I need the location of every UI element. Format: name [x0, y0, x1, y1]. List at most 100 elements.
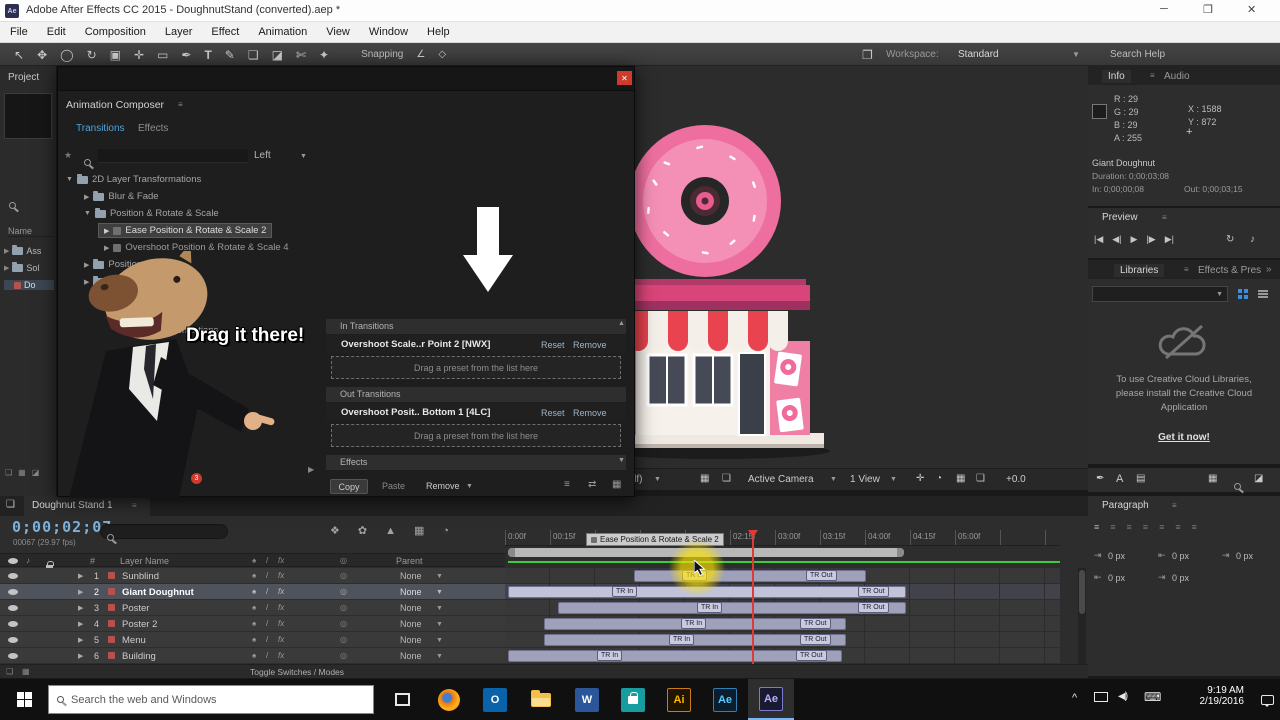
- start-button[interactable]: [0, 679, 48, 720]
- taskbar-app-aftereffects[interactable]: Ae: [748, 679, 794, 720]
- parent-dropdown[interactable]: None: [400, 619, 422, 629]
- reset-link[interactable]: Reset: [541, 408, 565, 418]
- remove-caret-icon[interactable]: ▼: [466, 483, 473, 490]
- taskbar-app-explorer[interactable]: [518, 679, 564, 720]
- twirl-down-icon[interactable]: ▼: [66, 176, 73, 183]
- taskbar-app-word[interactable]: W: [564, 679, 610, 720]
- eye-icon[interactable]: [8, 589, 18, 595]
- brush-tool-icon[interactable]: ✎: [225, 49, 235, 61]
- trash-icon[interactable]: ◪: [32, 468, 40, 477]
- tab-audio[interactable]: Audio: [1164, 71, 1190, 82]
- current-timecode[interactable]: 0;00;02;07: [12, 518, 112, 536]
- close-button[interactable]: ✕: [1247, 3, 1256, 16]
- loop-button-icon[interactable]: ↻: [1226, 234, 1234, 245]
- applied-out-preset[interactable]: Overshoot Posit.. Bottom 1 [4LC]: [341, 407, 490, 418]
- layer-duration-bar[interactable]: [558, 602, 906, 614]
- justify-last-center-icon[interactable]: ≡: [1159, 522, 1164, 532]
- region-of-interest-icon[interactable]: ▦: [700, 474, 709, 484]
- hand-tool-icon[interactable]: ✥: [37, 49, 47, 61]
- copy-button[interactable]: Copy: [330, 479, 368, 494]
- workspace-caret-icon[interactable]: ▼: [1072, 50, 1080, 59]
- quality-switch-icon[interactable]: /: [266, 571, 268, 580]
- quality-switch-icon[interactable]: /: [266, 587, 268, 596]
- snapshot-icon[interactable]: ❏: [976, 474, 985, 484]
- reset-link[interactable]: Reset: [541, 340, 565, 350]
- applied-in-preset[interactable]: Overshoot Scale..r Point 2 [NWX]: [341, 339, 490, 350]
- tree-item-label[interactable]: Ease Position & Rotate & Scale 2: [125, 225, 266, 236]
- character-panel-icon[interactable]: A: [1116, 473, 1123, 485]
- tab-paragraph[interactable]: Paragraph: [1102, 500, 1149, 511]
- layer-name[interactable]: Menu: [122, 635, 146, 646]
- roto-brush-tool-icon[interactable]: ✄: [296, 49, 306, 61]
- quality-switch-icon[interactable]: /: [266, 635, 268, 644]
- scrollbar-thumb[interactable]: [1079, 570, 1085, 614]
- magnifier-icon[interactable]: [1234, 483, 1241, 490]
- taskbar-app-outlook[interactable]: O: [472, 679, 518, 720]
- project-row[interactable]: ▶ Ass: [4, 246, 41, 256]
- quality-switch-icon[interactable]: /: [266, 619, 268, 628]
- layer-name[interactable]: Giant Doughnut: [122, 587, 194, 598]
- taskbar-app-illustrator[interactable]: Ai: [656, 679, 702, 720]
- label-color-chip[interactable]: [108, 588, 115, 595]
- tree-item[interactable]: ▶ Blur & Fade: [84, 191, 159, 202]
- space-after-value[interactable]: 0 px: [1172, 573, 1189, 583]
- first-frame-button[interactable]: |◀: [1094, 234, 1103, 245]
- project-row[interactable]: Do: [4, 280, 54, 290]
- twirl-arrow-icon[interactable]: ▶: [78, 572, 83, 580]
- minimize-button[interactable]: ─: [1160, 3, 1168, 15]
- grid-icon[interactable]: ▦: [1208, 474, 1217, 484]
- timeline-zoom-in-icon[interactable]: ▦: [22, 667, 30, 676]
- indent-left-value[interactable]: 0 px: [1108, 551, 1125, 561]
- timeline-tab-label[interactable]: Doughnut Stand 1: [32, 500, 113, 511]
- timeline-nav-icon[interactable]: ◔: [936, 474, 942, 484]
- layer-duration-bar[interactable]: [508, 650, 842, 662]
- layer-name[interactable]: Sunblind: [122, 571, 159, 582]
- action-center-button[interactable]: [1254, 679, 1280, 720]
- fx-switch-icon[interactable]: fx: [278, 587, 284, 596]
- composition-icon[interactable]: ▦: [18, 468, 26, 477]
- shape-tool-icon[interactable]: ▭: [157, 49, 168, 61]
- tab-composition-timeline[interactable]: Doughnut Stand 1 ≡: [24, 496, 150, 516]
- menu-effect[interactable]: Effect: [211, 26, 239, 38]
- transition-out-chip[interactable]: TR Out: [806, 570, 837, 581]
- shy-switch-icon[interactable]: ♠: [252, 603, 256, 612]
- panel-overflow-icon[interactable]: »: [1266, 264, 1272, 275]
- grid-view-icon[interactable]: [1238, 289, 1248, 299]
- tab-project[interactable]: Project: [8, 72, 39, 83]
- eye-icon[interactable]: [8, 621, 18, 627]
- expand-arrow-icon[interactable]: ▶: [4, 247, 9, 255]
- tab-transitions[interactable]: Transitions: [76, 123, 125, 134]
- snapping-angle-icon[interactable]: ∠: [416, 50, 425, 60]
- puppet-pin-tool-icon[interactable]: ✦: [319, 49, 329, 61]
- get-it-now-link[interactable]: Get it now!: [1088, 432, 1280, 443]
- composition-mini-flowchart-icon[interactable]: ❖: [330, 524, 340, 537]
- timeline-search-input[interactable]: [100, 524, 228, 539]
- transition-out-chip[interactable]: TR Out: [800, 634, 831, 645]
- tray-expand-icon[interactable]: ^: [1072, 692, 1077, 704]
- transition-in-chip[interactable]: TR In: [597, 650, 622, 661]
- workspace-value[interactable]: Standard: [958, 49, 999, 60]
- pickwhip-icon[interactable]: ◎: [340, 603, 347, 612]
- eye-icon[interactable]: [8, 637, 18, 643]
- navigator-start-handle[interactable]: [508, 548, 515, 557]
- shy-switch-icon[interactable]: ♠: [252, 635, 256, 644]
- quality-switch-icon[interactable]: /: [266, 651, 268, 660]
- animation-composer-menu-icon[interactable]: ≡: [178, 100, 183, 109]
- last-frame-button[interactable]: ▶|: [1165, 234, 1174, 245]
- eye-icon[interactable]: [8, 605, 18, 611]
- layer-row[interactable]: ▶ 3 Poster ♠ / fx ◎ None ▼: [0, 600, 505, 615]
- rotation-tool-icon[interactable]: ↻: [87, 49, 97, 61]
- project-search-icon[interactable]: [9, 202, 16, 209]
- layer-name[interactable]: Building: [122, 651, 156, 662]
- clone-stamp-tool-icon[interactable]: ❏: [248, 49, 259, 61]
- fx-switch-icon[interactable]: fx: [278, 571, 284, 580]
- space-before-value[interactable]: 0 px: [1108, 573, 1125, 583]
- preset-search-icon[interactable]: [84, 159, 91, 166]
- label-color-chip[interactable]: [108, 652, 115, 659]
- timeline-scrollbar[interactable]: [1078, 568, 1086, 664]
- tab-effects[interactable]: Effects: [138, 123, 168, 134]
- menu-file[interactable]: File: [10, 26, 28, 38]
- volume-icon[interactable]: ◀): [1118, 691, 1127, 702]
- taskbar-clock[interactable]: 9:19 AM 2/19/2016: [1180, 685, 1244, 707]
- pickwhip-icon[interactable]: ◎: [340, 571, 347, 580]
